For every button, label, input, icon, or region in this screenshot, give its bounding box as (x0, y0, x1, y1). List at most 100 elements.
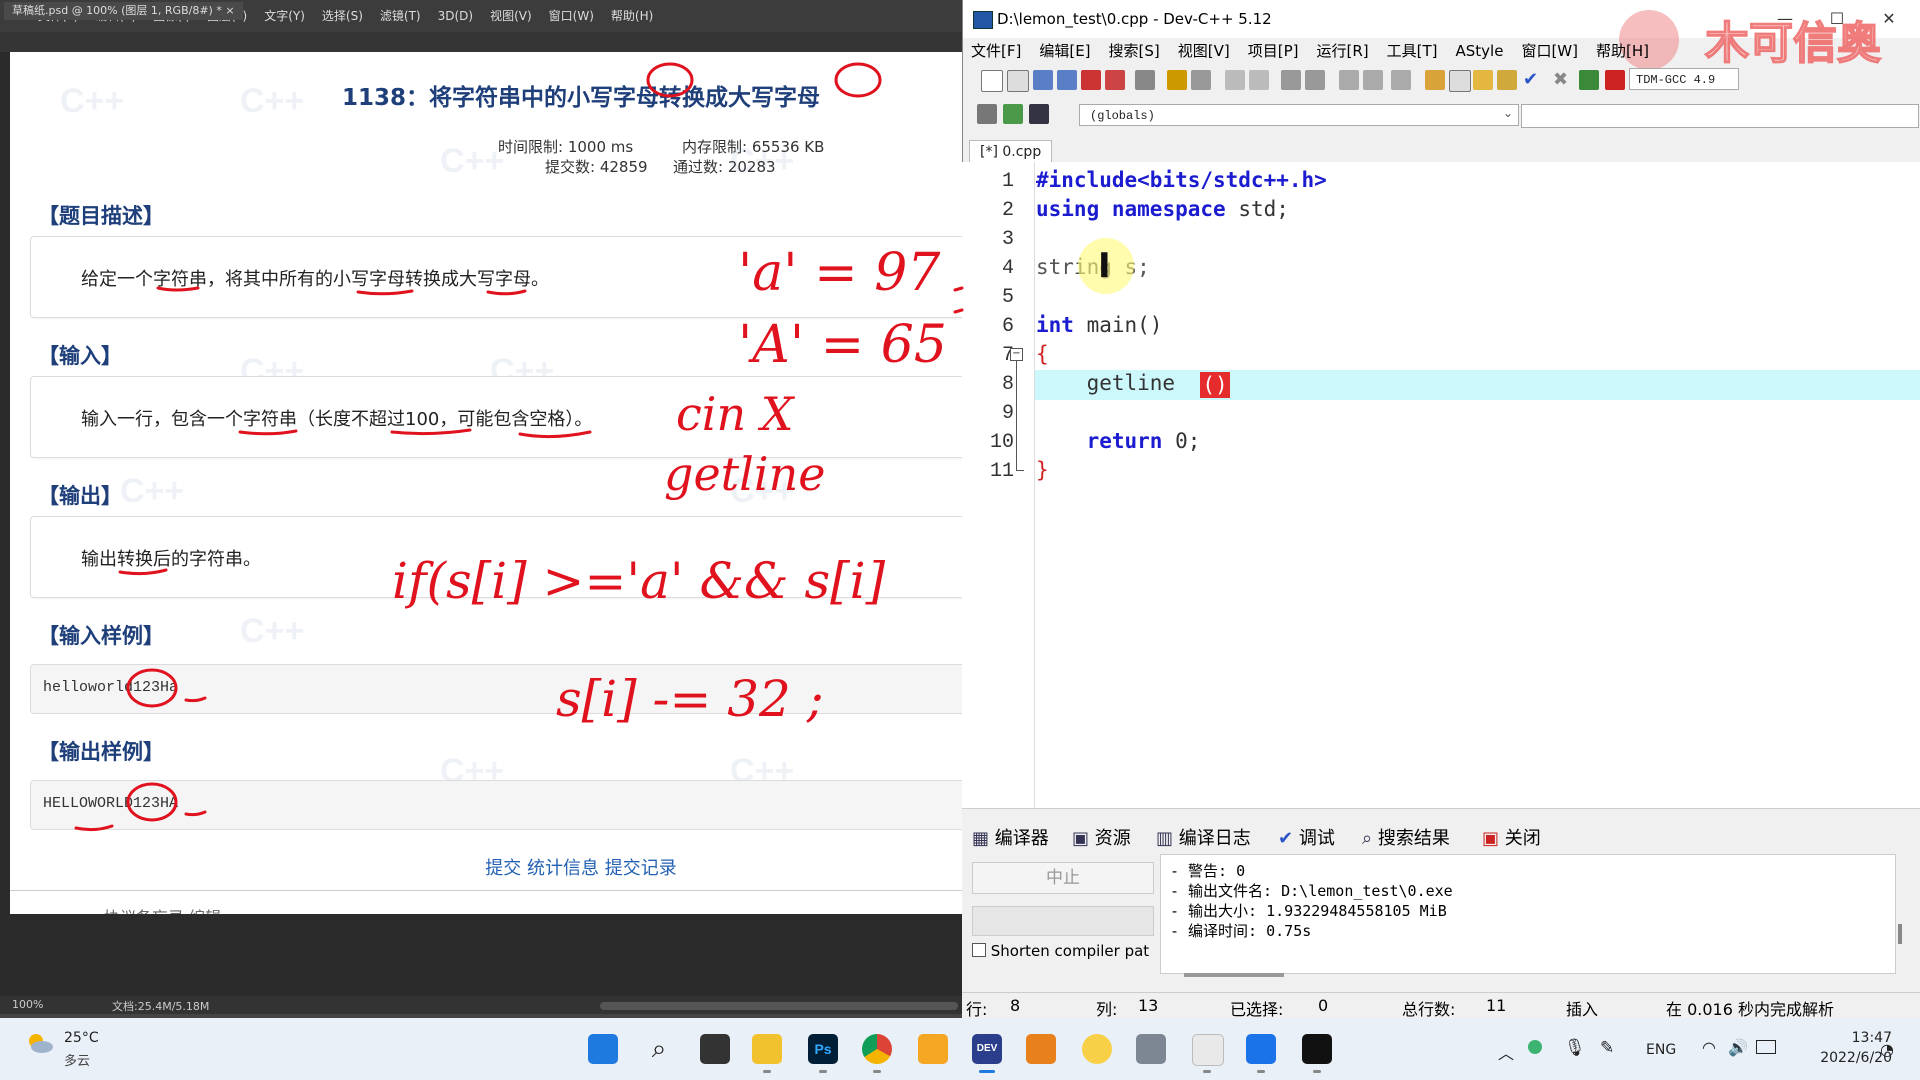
paint-icon[interactable] (1192, 1034, 1224, 1066)
notes-app-icon[interactable] (918, 1034, 948, 1064)
weather-temperature[interactable]: 25°C (64, 1030, 99, 1046)
dev-menu-astyle[interactable]: AStyle (1456, 38, 1504, 64)
ps-menu-select[interactable]: 选择(S) (322, 0, 363, 32)
chart-icon[interactable] (1579, 70, 1599, 90)
log-horizontal-scrollbar[interactable] (1184, 973, 1284, 977)
find-icon[interactable] (1225, 70, 1245, 90)
dev-menu-project[interactable]: 项目[P] (1248, 38, 1299, 64)
problem-links[interactable]: 提交 统计信息 提交记录 (10, 854, 962, 880)
indent-icon[interactable] (1281, 70, 1301, 90)
save-all-icon[interactable] (1057, 70, 1077, 90)
back-icon[interactable] (1339, 70, 1359, 90)
undo-icon[interactable] (1167, 70, 1187, 90)
new-file-icon[interactable] (981, 70, 1003, 92)
tab-compiler[interactable]: ▦ 编译器 (972, 824, 1049, 850)
close-all-icon[interactable] (1105, 70, 1125, 90)
calculator-icon[interactable] (1136, 1034, 1166, 1064)
tab-close[interactable]: ▣ 关闭 (1482, 824, 1541, 850)
cloudy-weather-icon[interactable] (24, 1032, 54, 1054)
tab-resources-label: 资源 (1094, 828, 1131, 849)
stop-icon[interactable]: ✖ (1553, 70, 1573, 90)
tab-compile-log[interactable]: ▥ 编译日志 (1156, 824, 1251, 850)
close-file-icon[interactable] (1081, 70, 1101, 90)
lemon-icon[interactable] (1082, 1034, 1112, 1064)
unindent-icon[interactable] (1305, 70, 1325, 90)
devcpp-title: D:\lemon_test\0.cpp - Dev-C++ 5.12 (997, 10, 1272, 28)
clock-date[interactable]: 2022/6/20 (1796, 1050, 1892, 1066)
ps-menu-help[interactable]: 帮助(H) (611, 0, 653, 32)
ps-horizontal-scrollbar[interactable] (600, 1002, 958, 1010)
task-view-icon[interactable] (700, 1034, 730, 1064)
debug-icon[interactable] (1605, 70, 1625, 90)
tab-search-results[interactable]: ⌕ 搜索结果 (1362, 824, 1450, 850)
code-line-10: return 0; (1036, 429, 1201, 453)
goto-icon[interactable] (1003, 104, 1023, 124)
run-icon[interactable] (1449, 70, 1471, 92)
pen-icon[interactable]: ✎ (1600, 1038, 1614, 1058)
ps-menu-window[interactable]: 窗口(W) (549, 0, 594, 32)
sublime-icon[interactable] (1026, 1034, 1056, 1064)
file-tab[interactable]: [*] 0.cpp (969, 140, 1053, 163)
weather-condition[interactable]: 多云 (64, 1050, 90, 1069)
scope-dropdown[interactable]: (globals) (1079, 104, 1519, 126)
save-icon[interactable] (1033, 70, 1053, 90)
ps-canvas[interactable]: C++ C++ C++ C++ C++ C++ C++ C++ C++ C++ … (10, 52, 962, 914)
file-explorer-icon[interactable] (752, 1034, 782, 1064)
ps-document-tab[interactable]: 草稿纸.psd @ 100% (图层 1, RGB/8#) * × (4, 2, 243, 20)
checkbox-icon[interactable] (972, 943, 986, 957)
sample-output-box: HELLOWORLD123HA (30, 780, 962, 830)
compile-run-icon[interactable] (1473, 70, 1493, 90)
photoshop-icon[interactable]: Ps (808, 1034, 838, 1064)
bookmark-icon[interactable] (1391, 70, 1411, 90)
dev-menu-run[interactable]: 运行[R] (1316, 38, 1368, 64)
tray-app-icon[interactable] (1528, 1040, 1542, 1054)
forward-icon[interactable] (1363, 70, 1383, 90)
class-browser-icon[interactable] (977, 104, 997, 124)
dev-menu-search[interactable]: 搜索[S] (1109, 38, 1160, 64)
wifi-icon[interactable]: ◠ (1702, 1038, 1716, 1057)
capcut-icon[interactable] (1302, 1034, 1332, 1064)
ps-menu-3d[interactable]: 3D(D) (438, 0, 473, 32)
function-dropdown[interactable] (1521, 104, 1919, 128)
dev-menu-window[interactable]: 窗口[W] (1521, 38, 1578, 64)
ps-zoom[interactable]: 100% (12, 998, 43, 1011)
compile-icon[interactable] (1425, 70, 1445, 90)
tab-compile-log-label: 编译日志 (1178, 828, 1251, 849)
microphone-icon[interactable]: 🎙 (1564, 1038, 1586, 1058)
compiler-select[interactable]: TDM-GCC 4.9 (1629, 68, 1739, 90)
status-insert-mode: 插入 (1566, 1000, 1599, 1019)
dev-menu-tools[interactable]: 工具[T] (1387, 38, 1438, 64)
chrome-icon[interactable] (862, 1034, 892, 1064)
chevron-up-icon[interactable]: ︿ (1498, 1040, 1514, 1064)
dev-menu-help[interactable]: 帮助[H] (1596, 38, 1649, 64)
language-indicator[interactable]: ENG (1646, 1042, 1676, 1058)
running-indicator (873, 1070, 881, 1073)
chevron-down-icon[interactable]: ⌄ (1503, 106, 1513, 120)
ps-menu-view[interactable]: 视图(V) (490, 0, 532, 32)
replace-icon[interactable] (1249, 70, 1269, 90)
check-icon[interactable]: ✔ (1523, 70, 1543, 90)
volume-icon[interactable]: 🔊 (1728, 1038, 1748, 1057)
redo-icon[interactable] (1191, 70, 1211, 90)
battery-icon[interactable] (1756, 1040, 1776, 1054)
dev-menu-view[interactable]: 视图[V] (1178, 38, 1230, 64)
tab-resources[interactable]: ▣ 资源 (1072, 824, 1131, 850)
insert-icon[interactable] (1029, 104, 1049, 124)
open-file-icon[interactable] (1007, 70, 1029, 92)
ps-menu-type[interactable]: 文字(Y) (264, 0, 305, 32)
code-text: main() (1073, 313, 1163, 337)
dev-menu-file[interactable]: 文件[F] (971, 38, 1021, 64)
start-windows-icon[interactable] (588, 1034, 618, 1064)
stop-button[interactable]: 中止 (972, 862, 1154, 894)
tab-debug[interactable]: ✔ 调试 (1278, 824, 1335, 850)
devcpp-icon[interactable]: DEV (972, 1034, 1002, 1064)
ps-menu-filter[interactable]: 滤镜(T) (380, 0, 421, 32)
log-vertical-scrollbar[interactable] (1898, 924, 1902, 944)
notification-icon[interactable]: ◔ (1880, 1040, 1894, 1059)
notepad-icon[interactable] (1246, 1034, 1276, 1064)
search-icon[interactable]: ⌕ (644, 1034, 674, 1064)
dev-menu-edit[interactable]: 编辑[E] (1039, 38, 1090, 64)
shorten-checkbox[interactable]: Shorten compiler pat (972, 942, 1149, 960)
print-icon[interactable] (1135, 70, 1155, 90)
rebuild-icon[interactable] (1497, 70, 1517, 90)
